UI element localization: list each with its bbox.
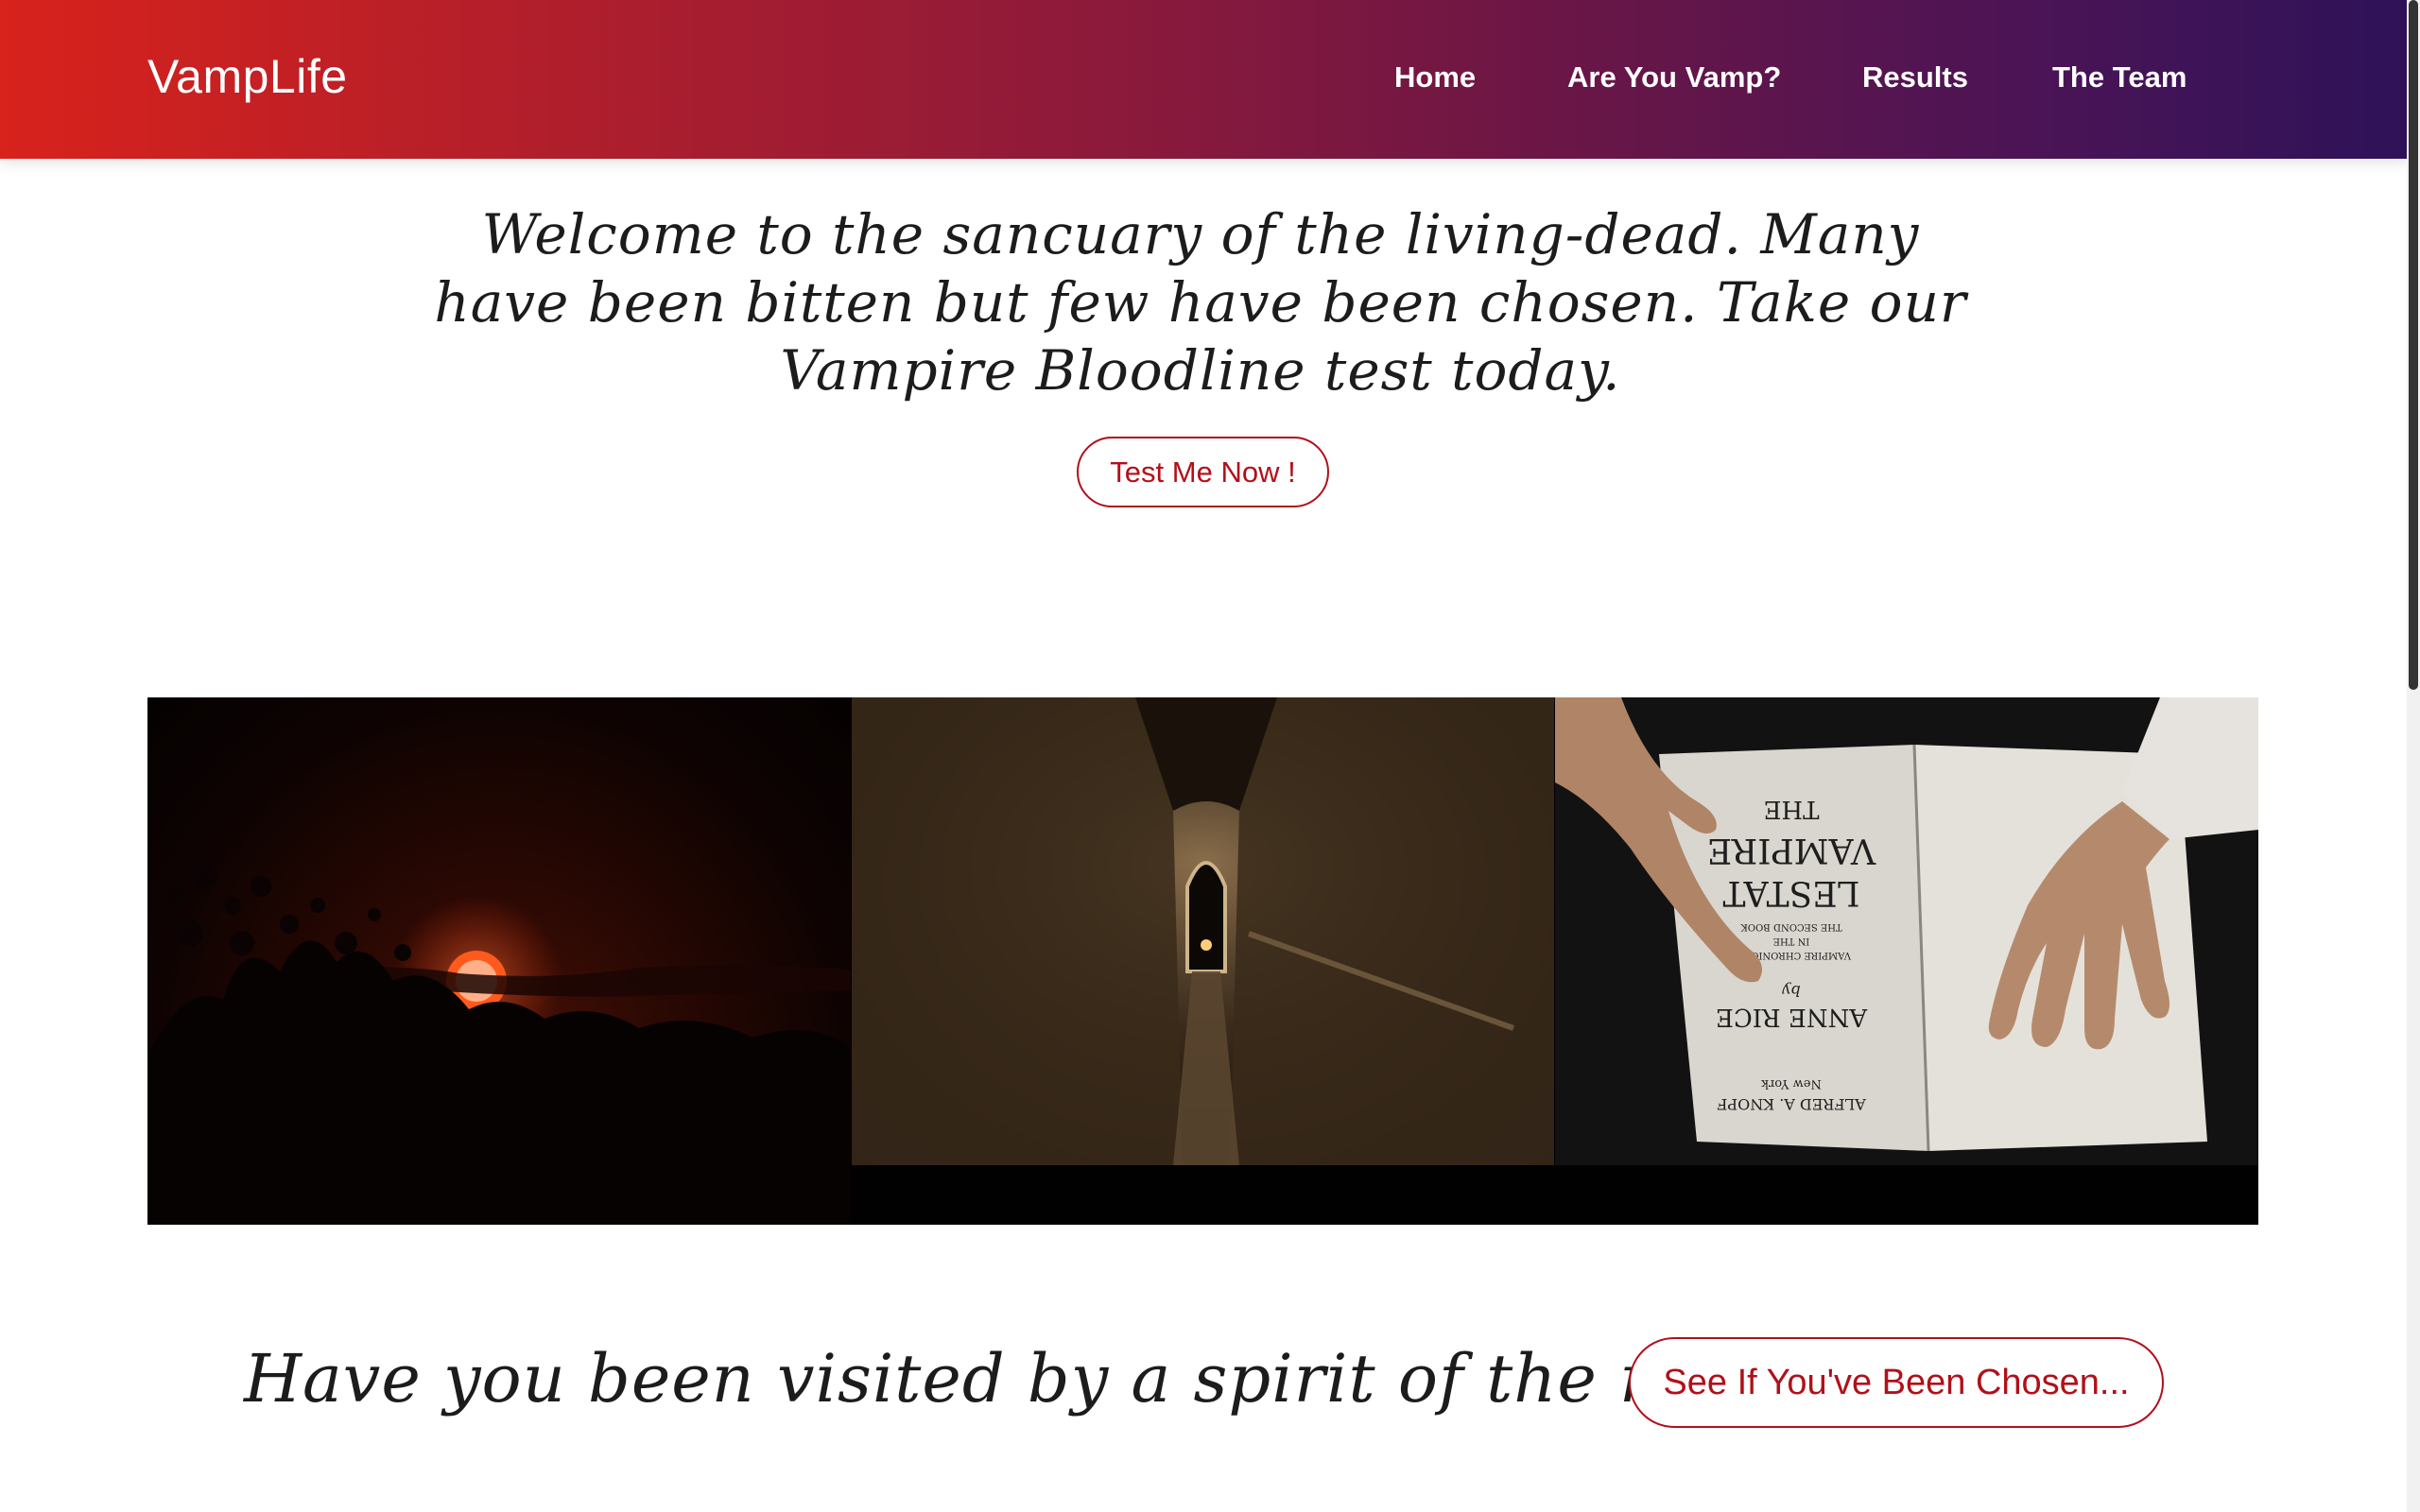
nav-are-you-vamp[interactable]: Are You Vamp?	[1567, 60, 1781, 94]
book-subtitle-2: IN THE	[1773, 936, 1810, 946]
hero-welcome-text: Welcome to the sancuary of the living-de…	[434, 202, 1967, 403]
book-illustration: ALFRED A. KNOPF New York ANNE RICE by VA…	[1555, 697, 2258, 1165]
sunset-illustration	[147, 866, 851, 1225]
nav-home[interactable]: Home	[1394, 60, 1476, 94]
book-image: ALFRED A. KNOPF New York ANNE RICE by VA…	[1555, 697, 2258, 1165]
test-me-now-button[interactable]: Test Me Now !	[1077, 437, 1329, 507]
tunnel-image	[852, 697, 1554, 1165]
scrollbar[interactable]	[2407, 0, 2420, 1512]
navbar: VampLife Home Are You Vamp? Results The …	[0, 0, 2407, 159]
nav-the-team[interactable]: The Team	[2052, 60, 2187, 94]
sunset-image	[147, 697, 851, 1225]
tunnel-illustration	[852, 697, 1554, 1165]
cta-spirit-text: Have you been visited by a spirit of the…	[244, 1340, 1837, 1418]
image-gallery: ALFRED A. KNOPF New York ANNE RICE by VA…	[147, 697, 2258, 1225]
book-title-3: LESTAT	[1723, 873, 1860, 912]
brand-logo[interactable]: VampLife	[147, 49, 348, 104]
book-author: ANNE RICE	[1716, 1003, 1868, 1031]
book-city: New York	[1761, 1076, 1822, 1091]
book-title-1: THE	[1764, 795, 1820, 823]
see-if-chosen-button[interactable]: See If You've Been Chosen...	[1629, 1337, 2164, 1428]
nav-results[interactable]: Results	[1862, 60, 1968, 94]
book-by: by	[1781, 982, 1800, 1000]
book-publisher: ALFRED A. KNOPF	[1717, 1095, 1867, 1113]
book-title-2: VAMPIRE	[1707, 831, 1876, 869]
book-subtitle-1: THE SECOND BOOK	[1740, 921, 1842, 932]
scrollbar-thumb[interactable]	[2409, 0, 2418, 690]
page: VampLife Home Are You Vamp? Results The …	[0, 0, 2420, 1512]
